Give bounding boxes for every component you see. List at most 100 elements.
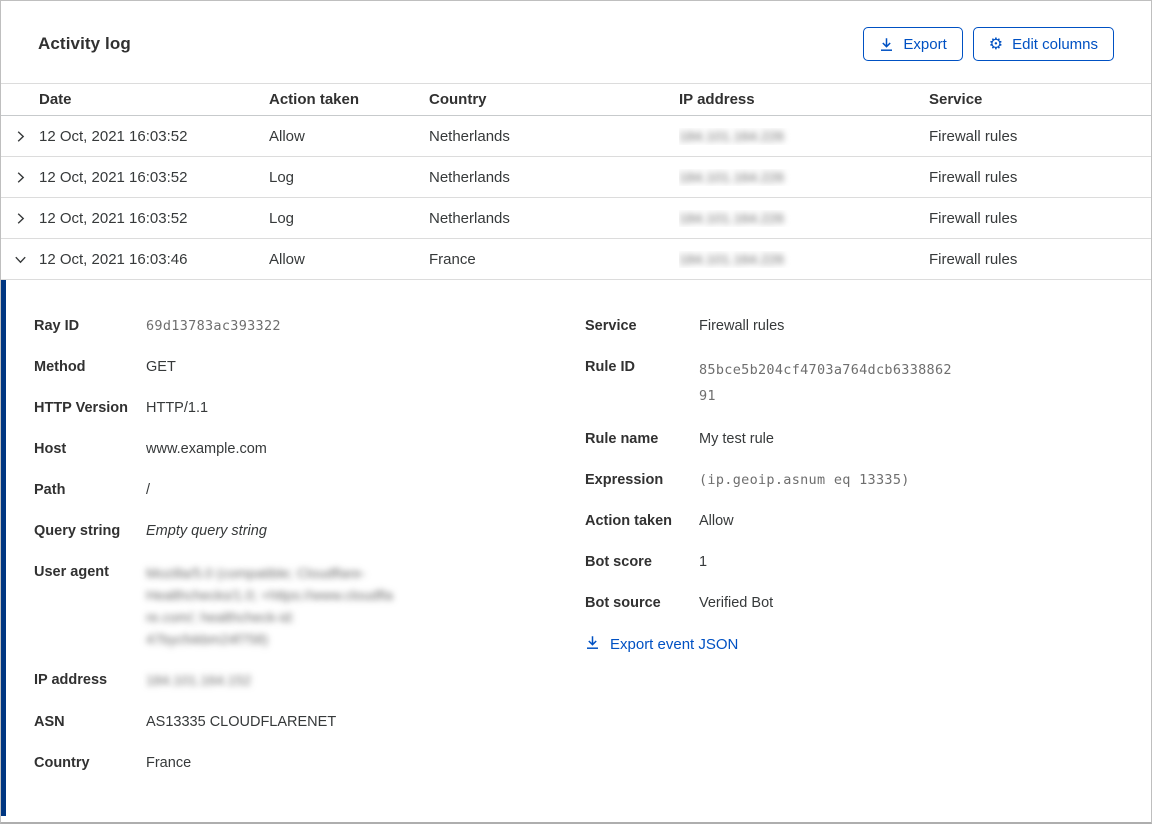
detail-ip-address: IP address 184.101.164.152 <box>34 670 549 692</box>
cell-service: Firewall rules <box>929 209 1018 227</box>
detail-ray-id: Ray ID 69d13783ac393322 <box>34 316 549 337</box>
detail-label: Rule name <box>585 431 659 447</box>
detail-http-version: HTTP Version HTTP/1.1 <box>34 398 549 419</box>
cell-country: Netherlands <box>429 209 510 227</box>
activity-log-panel: Activity log Export ⚙ Edit columns Date … <box>0 0 1152 824</box>
detail-method: Method GET <box>34 357 549 378</box>
detail-value: France <box>146 755 192 771</box>
detail-value: www.example.com <box>146 441 267 457</box>
detail-value: Allow <box>699 513 734 529</box>
detail-country: Country France <box>34 753 549 774</box>
detail-rule-name: Rule name My test rule <box>585 429 1114 450</box>
detail-value: Firewall rules <box>699 318 785 334</box>
detail-value-redacted: Mozilla/5.0 (compatible; Cloudflare- Hea… <box>146 565 394 647</box>
chevron-down-icon[interactable] <box>1 252 39 267</box>
cell-country: France <box>429 250 476 268</box>
detail-value: Verified Bot <box>699 595 774 611</box>
detail-label: Expression <box>585 472 664 488</box>
cell-ip-redacted: 184.101.164.226 <box>679 250 785 267</box>
chevron-right-icon[interactable] <box>1 170 39 185</box>
cell-action: Log <box>269 209 295 227</box>
column-header-date: Date <box>39 91 72 108</box>
column-header-action: Action taken <box>269 91 360 108</box>
detail-expression: Expression (ip.geoip.asnum eq 13335) <box>585 470 1114 491</box>
detail-bot-score: Bot score 1 <box>585 552 1114 573</box>
detail-value: GET <box>146 359 176 375</box>
export-event-json-label: Export event JSON <box>610 636 739 653</box>
detail-label: Host <box>34 441 67 457</box>
chevron-right-icon[interactable] <box>1 211 39 226</box>
cell-date: 12 Oct, 2021 16:03:52 <box>39 168 188 186</box>
details-right-column: Service Firewall rules Rule ID 85bce5b20… <box>585 316 1114 794</box>
detail-label: Service <box>585 318 637 334</box>
detail-label: IP address <box>34 672 108 688</box>
detail-asn: ASN AS13335 CLOUDFLARENET <box>34 712 549 733</box>
detail-host: Host www.example.com <box>34 439 549 460</box>
detail-value: AS13335 CLOUDFLARENET <box>146 714 337 730</box>
detail-label: Bot score <box>585 554 652 570</box>
export-event-json-link[interactable]: Export event JSON <box>585 635 738 654</box>
cell-action: Allow <box>269 127 305 145</box>
panel-header: Activity log Export ⚙ Edit columns <box>1 1 1151 83</box>
gear-icon: ⚙ <box>988 34 1004 53</box>
edit-columns-button[interactable]: ⚙ Edit columns <box>972 27 1114 61</box>
cell-action: Allow <box>269 250 305 268</box>
detail-value: Empty query string <box>146 523 267 539</box>
details-left-column: Ray ID 69d13783ac393322 Method GET HTTP … <box>34 316 549 794</box>
cell-ip-redacted: 184.101.164.226 <box>679 209 785 226</box>
detail-label: Method <box>34 359 86 375</box>
detail-label: Bot source <box>585 595 661 611</box>
chevron-right-icon[interactable] <box>1 129 39 144</box>
column-header-service: Service <box>929 91 983 108</box>
detail-value-redacted: 184.101.164.152 <box>146 672 252 688</box>
detail-value: HTTP/1.1 <box>146 400 209 416</box>
cell-ip-redacted: 184.101.164.226 <box>679 127 785 144</box>
column-header-ip: IP address <box>679 91 755 108</box>
toolbar: Export ⚙ Edit columns <box>863 27 1114 61</box>
edit-columns-button-label: Edit columns <box>1012 35 1098 53</box>
detail-bot-source: Bot source Verified Bot <box>585 593 1114 614</box>
detail-service: Service Firewall rules <box>585 316 1114 337</box>
detail-value: (ip.geoip.asnum eq 13335) <box>699 472 910 488</box>
detail-value: 85bce5b204cf4703a764dcb633886291 <box>699 362 952 404</box>
activity-table: Date Action taken Country IP address Ser… <box>1 83 1151 280</box>
detail-label: Path <box>34 482 66 498</box>
export-button[interactable]: Export <box>863 27 963 61</box>
cell-service: Firewall rules <box>929 250 1018 268</box>
cell-ip-redacted: 184.101.164.226 <box>679 168 785 185</box>
detail-label: Country <box>34 755 90 771</box>
cell-country: Netherlands <box>429 168 510 186</box>
detail-value: / <box>146 482 151 498</box>
detail-label: Rule ID <box>585 359 635 375</box>
cell-service: Firewall rules <box>929 127 1018 145</box>
detail-value: 69d13783ac393322 <box>146 318 281 334</box>
detail-label: ASN <box>34 714 65 730</box>
table-header-row: Date Action taken Country IP address Ser… <box>1 84 1151 116</box>
column-header-country: Country <box>429 91 487 108</box>
detail-query-string: Query string Empty query string <box>34 521 549 542</box>
cell-country: Netherlands <box>429 127 510 145</box>
detail-rule-id: Rule ID 85bce5b204cf4703a764dcb633886291 <box>585 357 1114 409</box>
table-row-expanded[interactable]: 12 Oct, 2021 16:03:46 Allow France 184.1… <box>1 239 1151 280</box>
table-row[interactable]: 12 Oct, 2021 16:03:52 Log Netherlands 18… <box>1 157 1151 198</box>
table-row[interactable]: 12 Oct, 2021 16:03:52 Log Netherlands 18… <box>1 198 1151 239</box>
event-details-panel: Ray ID 69d13783ac393322 Method GET HTTP … <box>1 280 1151 816</box>
detail-value: 1 <box>699 554 708 570</box>
detail-user-agent: User agent Mozilla/5.0 (compatible; Clou… <box>34 562 549 650</box>
detail-value: My test rule <box>699 431 774 447</box>
cell-date: 12 Oct, 2021 16:03:52 <box>39 209 188 227</box>
detail-label: Action taken <box>585 513 673 529</box>
page-title: Activity log <box>38 34 131 53</box>
cell-action: Log <box>269 168 295 186</box>
detail-path: Path / <box>34 480 549 501</box>
table-row[interactable]: 12 Oct, 2021 16:03:52 Allow Netherlands … <box>1 116 1151 157</box>
download-icon <box>879 37 894 52</box>
detail-label: Query string <box>34 523 121 539</box>
cell-date: 12 Oct, 2021 16:03:46 <box>39 250 188 268</box>
export-button-label: Export <box>903 35 947 53</box>
cell-service: Firewall rules <box>929 168 1018 186</box>
detail-label: HTTP Version <box>34 400 129 416</box>
detail-label: Ray ID <box>34 318 80 334</box>
cell-date: 12 Oct, 2021 16:03:52 <box>39 127 188 145</box>
detail-label: User agent <box>34 564 109 580</box>
